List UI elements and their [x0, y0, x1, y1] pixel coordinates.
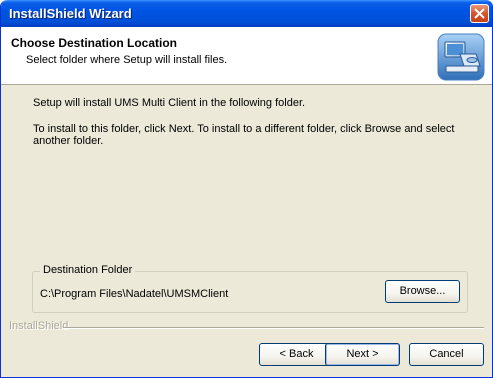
close-icon	[474, 8, 485, 19]
close-button[interactable]	[470, 4, 489, 23]
page-title: Choose Destination Location	[11, 36, 178, 50]
install-instructions-text: To install to this folder, click Next. T…	[33, 123, 455, 147]
footer-divider	[63, 327, 484, 329]
install-info-text: Setup will install UMS Multi Client in t…	[33, 97, 306, 109]
destination-path: C:\Program Files\Nadatel\UMSMClient	[40, 288, 229, 300]
title-bar[interactable]: InstallShield Wizard	[1, 0, 492, 27]
wizard-header: Choose Destination Location Select folde…	[1, 27, 492, 85]
cancel-button[interactable]: Cancel	[409, 343, 484, 366]
page-subtitle: Select folder where Setup will install f…	[26, 54, 228, 66]
window-title: InstallShield Wizard	[9, 6, 132, 21]
destination-folder-label: Destination Folder	[40, 264, 136, 276]
browse-button[interactable]: Browse...	[385, 280, 460, 303]
installshield-brand: InstallShield	[9, 320, 69, 332]
back-button[interactable]: < Back	[259, 343, 334, 366]
installshield-wizard-window: InstallShield Wizard Choose Destination …	[0, 0, 493, 378]
setup-computer-icon	[437, 33, 485, 81]
next-button[interactable]: Next >	[325, 343, 400, 366]
